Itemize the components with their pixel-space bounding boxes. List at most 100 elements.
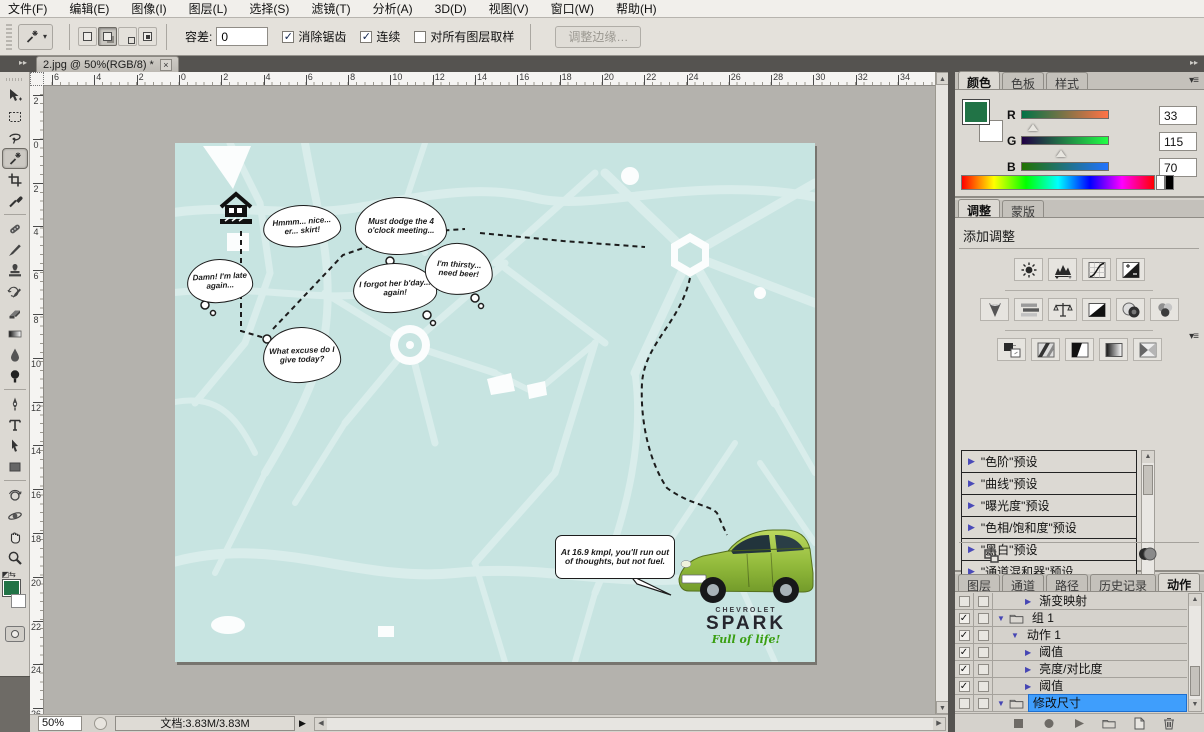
background-color-swatch[interactable] xyxy=(11,594,26,608)
tool-type[interactable] xyxy=(2,414,28,435)
adjustment-selective-color-button[interactable] xyxy=(1133,338,1162,361)
tool-dodge[interactable] xyxy=(2,365,28,386)
new-group-button[interactable] xyxy=(1101,716,1117,730)
red-slider[interactable] xyxy=(1021,110,1109,119)
menu-图层(L)[interactable]: 图层(L) xyxy=(189,0,228,17)
tool-spot-healing-brush[interactable] xyxy=(2,218,28,239)
adjustment-photo-filter-button[interactable] xyxy=(1116,298,1145,321)
green-value-field[interactable]: 115 xyxy=(1159,132,1197,151)
expand-icon[interactable]: ▶ xyxy=(968,456,975,467)
menu-3D(D)[interactable]: 3D(D) xyxy=(435,2,467,16)
dock-collapse-button[interactable]: ▸▸ xyxy=(948,56,1204,72)
dialog-checkbox[interactable] xyxy=(978,664,989,675)
tool-rotate-3d[interactable] xyxy=(2,484,28,505)
vertical-scrollbar[interactable]: ▲ ▼ xyxy=(935,72,948,714)
action-row-content[interactable]: ▼组 1 xyxy=(993,610,1187,626)
tool-magic-wand[interactable] xyxy=(2,148,28,169)
green-slider[interactable] xyxy=(1021,136,1109,145)
dialog-checkbox[interactable] xyxy=(978,596,989,607)
action-row-content[interactable]: ▶阈值 xyxy=(993,644,1187,660)
scroll-right-icon[interactable]: ▶ xyxy=(933,718,945,730)
dialog-toggle-cell[interactable] xyxy=(974,678,993,694)
color-spectrum-bar[interactable] xyxy=(961,175,1155,190)
tab-蒙版[interactable]: 蒙版 xyxy=(1002,200,1044,217)
tolerance-input[interactable] xyxy=(216,27,268,46)
adjustment-vibrance-button[interactable] xyxy=(980,298,1009,321)
white-swatch[interactable] xyxy=(1156,175,1165,190)
tab-通道[interactable]: 通道 xyxy=(1002,574,1044,591)
dialog-toggle-cell[interactable] xyxy=(974,661,993,677)
black-swatch[interactable] xyxy=(1165,175,1174,190)
tool-lasso[interactable] xyxy=(2,127,28,148)
toggle-item-cell[interactable]: ✓ xyxy=(955,644,974,660)
tool-crop[interactable] xyxy=(2,169,28,190)
adjustment-black-white-button[interactable] xyxy=(1082,298,1111,321)
slider-marker[interactable] xyxy=(1056,150,1066,157)
delete-button[interactable] xyxy=(1161,716,1177,730)
action-row[interactable]: ✓ ▼动作 1 xyxy=(955,627,1187,644)
dialog-checkbox[interactable] xyxy=(978,681,989,692)
action-row[interactable]: ✓ ▼组 1 xyxy=(955,610,1187,627)
scrollbar-thumb[interactable] xyxy=(1190,666,1200,696)
clip-to-layer-icon[interactable] xyxy=(1137,546,1157,562)
item-checkbox[interactable]: ✓ xyxy=(959,681,970,692)
tab-图层[interactable]: 图层 xyxy=(958,574,1000,591)
tool-rectangle-shape[interactable] xyxy=(2,456,28,477)
document-image[interactable]: Hmmm... nice... er... skirt! Must dodge … xyxy=(175,143,815,662)
expand-icon[interactable]: ▶ xyxy=(968,478,975,489)
tab-动作[interactable]: 动作 xyxy=(1158,573,1200,591)
adjustment-hue-saturation-button[interactable] xyxy=(1014,298,1043,321)
menu-窗口(W)[interactable]: 窗口(W) xyxy=(551,0,594,17)
record-button[interactable] xyxy=(1041,716,1057,730)
tool-hand[interactable] xyxy=(2,526,28,547)
adjustment-curves-button[interactable] xyxy=(1082,258,1111,281)
dialog-checkbox[interactable] xyxy=(978,647,989,658)
action-row-content[interactable]: ▶阈值 xyxy=(993,678,1187,694)
toggle-item-cell[interactable]: ✓ xyxy=(955,661,974,677)
dialog-toggle-cell[interactable] xyxy=(974,644,993,660)
tool-preset-button[interactable]: ▾ xyxy=(18,24,53,50)
expand-icon[interactable]: ▼ xyxy=(997,614,1005,623)
action-row-content[interactable]: ▼动作 1 xyxy=(993,627,1187,643)
expand-icon[interactable]: ▶ xyxy=(968,500,975,511)
scrollbar-thumb[interactable] xyxy=(1143,465,1153,495)
item-checkbox[interactable]: ✓ xyxy=(959,630,970,641)
tab-颜色[interactable]: 颜色 xyxy=(958,71,1000,89)
adjustment-threshold-button[interactable] xyxy=(1065,338,1094,361)
tool-path-selection[interactable] xyxy=(2,435,28,456)
quick-mask-button[interactable] xyxy=(5,626,25,642)
tool-orbit-3d[interactable] xyxy=(2,505,28,526)
options-grip[interactable] xyxy=(6,24,12,50)
item-checkbox[interactable]: ✓ xyxy=(959,664,970,675)
status-menu-arrow[interactable]: ▶ xyxy=(299,718,306,729)
ruler-corner[interactable] xyxy=(30,72,44,86)
canvas-viewport[interactable]: Hmmm... nice... er... skirt! Must dodge … xyxy=(44,86,935,714)
close-icon[interactable]: × xyxy=(160,59,172,71)
tab-色板[interactable]: 色板 xyxy=(1002,72,1044,89)
tool-pen[interactable] xyxy=(2,393,28,414)
horizontal-scrollbar[interactable]: ◀ ▶ xyxy=(314,717,946,731)
dialog-toggle-cell[interactable] xyxy=(974,695,993,711)
new-selection-button[interactable] xyxy=(78,27,97,46)
menu-图像(I)[interactable]: 图像(I) xyxy=(131,0,166,17)
tab-路径[interactable]: 路径 xyxy=(1046,574,1088,591)
expand-icon[interactable]: ▶ xyxy=(1025,597,1031,606)
toggle-item-cell[interactable]: ✓ xyxy=(955,610,974,626)
scroll-up-icon[interactable]: ▲ xyxy=(1142,451,1154,463)
dialog-toggle-cell[interactable] xyxy=(974,593,993,609)
preset-row[interactable]: ▶"曝光度"预设 xyxy=(962,495,1136,517)
blue-slider[interactable] xyxy=(1021,162,1109,171)
tool-clone-stamp[interactable] xyxy=(2,260,28,281)
foreground-color-swatch[interactable] xyxy=(963,100,989,124)
expand-icon[interactable]: ▼ xyxy=(997,699,1005,708)
action-row[interactable]: ▶渐变映射 xyxy=(955,593,1187,610)
expand-icon[interactable]: ▶ xyxy=(1025,648,1031,657)
toggle-item-cell[interactable] xyxy=(955,695,974,711)
menu-视图(V)[interactable]: 视图(V) xyxy=(489,0,529,17)
scroll-up-icon[interactable]: ▲ xyxy=(1189,594,1201,606)
options-checkbox[interactable]: ✓消除锯齿 xyxy=(282,28,346,45)
toggle-item-cell[interactable]: ✓ xyxy=(955,678,974,694)
expand-icon[interactable]: ▶ xyxy=(1025,682,1031,691)
expand-icon[interactable]: ▼ xyxy=(1011,631,1019,640)
menu-编辑(E)[interactable]: 编辑(E) xyxy=(69,0,109,17)
